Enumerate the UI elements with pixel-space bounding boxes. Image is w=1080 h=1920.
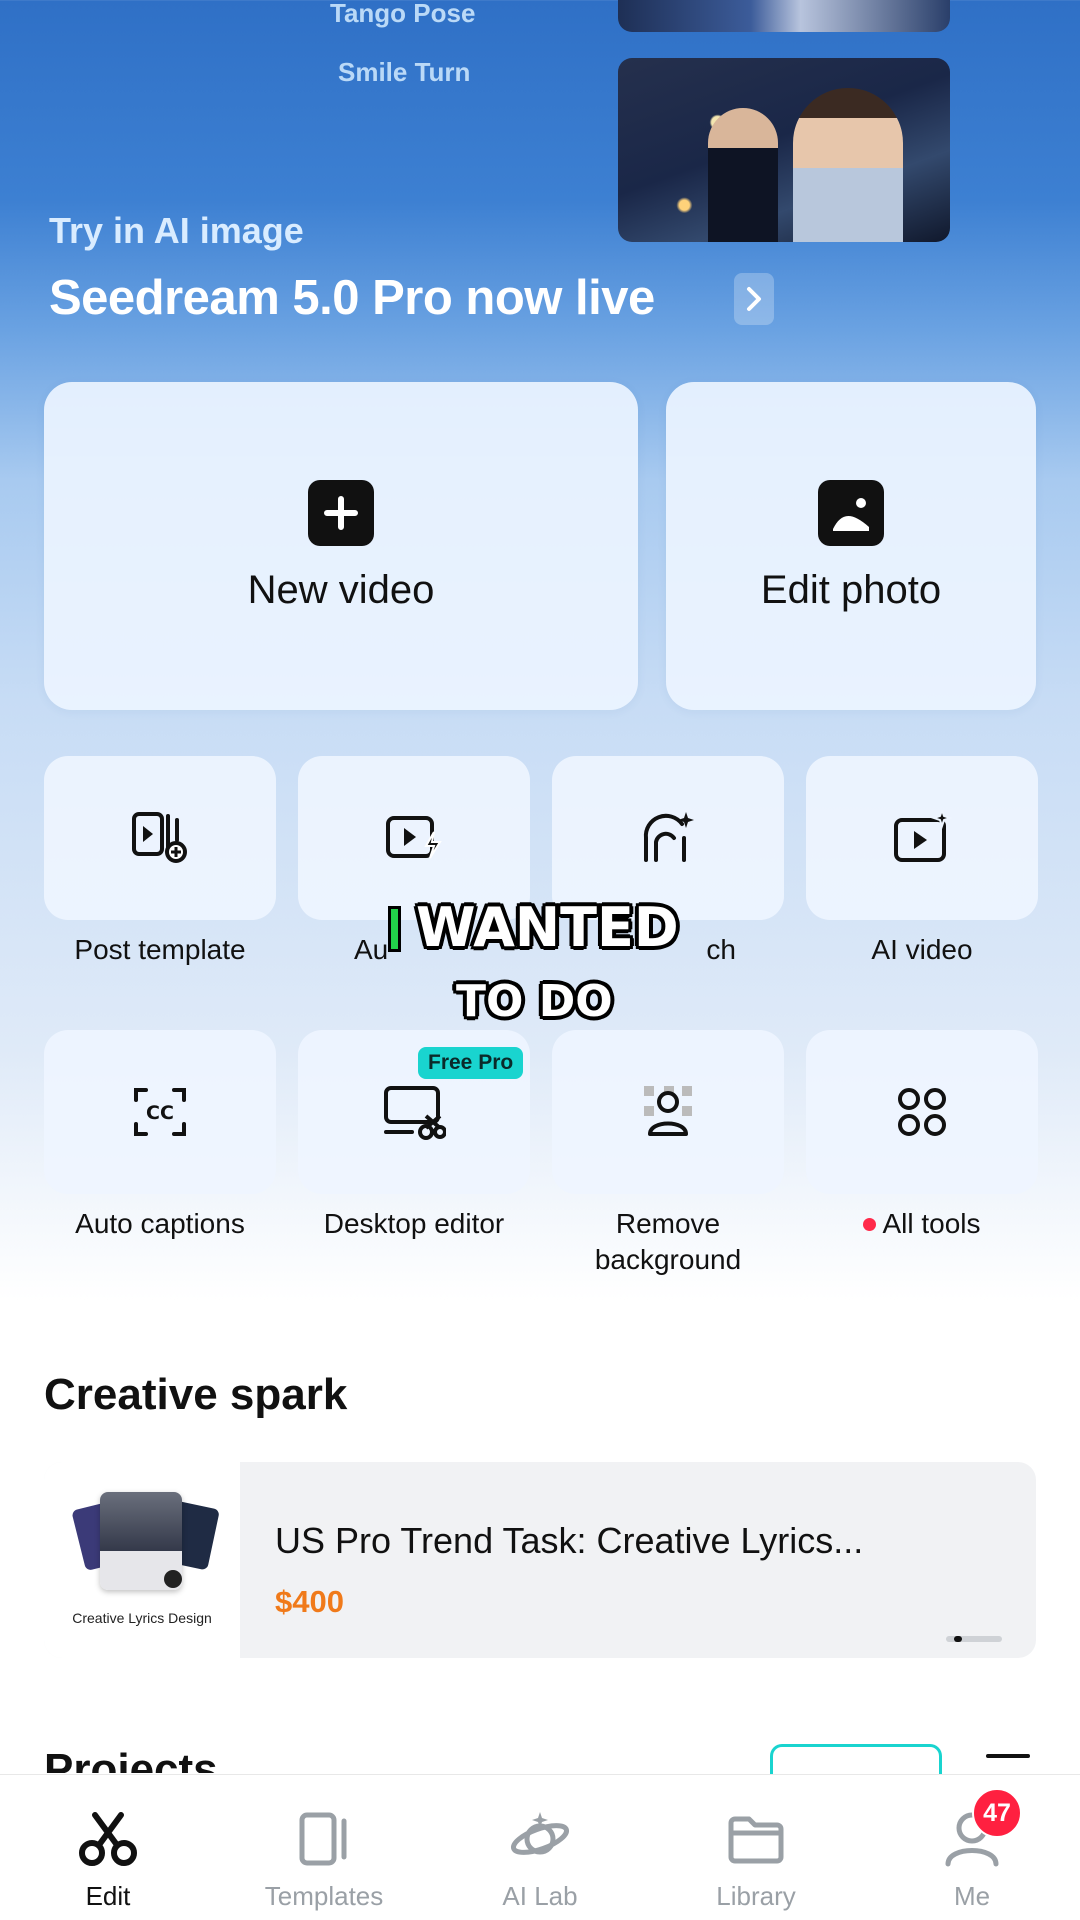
scissors-icon [76,1807,140,1871]
nav-edit-label: Edit [85,1881,131,1911]
nav-library-label: Library [716,1881,796,1911]
subtitle-cursor-icon [388,906,401,952]
post-template-label: Post template [74,934,246,965]
video-flash-icon [386,816,442,859]
new-video-label: New video [247,567,435,612]
new-dot-icon [863,1218,877,1231]
all-tools-tile[interactable] [806,1030,1038,1194]
thumbnail-caption: Creative Lyrics Design [72,1610,212,1626]
hero-thumbnail-previous[interactable] [618,0,950,32]
auto-captions-label: Auto captions [75,1208,245,1239]
photo-icon [818,479,884,546]
desktop-editor-label: Desktop editor [323,1208,505,1239]
creative-lyrics-thumbnail: Creative Lyrics Design [44,1462,240,1658]
folder-icon [724,1807,788,1871]
ai-video-label: AI video [871,934,973,965]
nav-me-label: Me [953,1881,991,1911]
all-tools-label: All tools [796,1206,1048,1242]
new-video-button[interactable]: New video [44,382,638,710]
ai-lab-icon [508,1807,572,1871]
retouch-icon [643,812,694,862]
hero-thumbnail[interactable] [618,58,950,242]
creative-spark-card[interactable]: Creative Lyrics Design US Pro Trend Task… [44,1462,1036,1658]
nav-edit[interactable]: Edit [0,1775,216,1920]
carousel-pager [946,1636,1002,1642]
auto-captions-tile[interactable]: CC [44,1030,276,1194]
sort-icon[interactable] [986,1754,1030,1758]
edit-photo-button[interactable]: Edit photo [666,382,1036,710]
templates-icon [292,1807,356,1871]
captions-icon: CC [134,1088,186,1136]
nav-templates-label: Templates [264,1881,384,1911]
remove-background-label: Remove background [594,1208,742,1275]
hero-caption-tango-pose: Tango Pose [330,0,476,28]
nav-ai-lab-label: AI Lab [502,1881,578,1911]
chevron-right-icon[interactable] [734,273,774,325]
post-template-icon [132,812,187,863]
free-pro-badge: Free Pro [418,1047,524,1079]
grid-icon [898,1088,946,1136]
nav-library[interactable]: Library [648,1775,864,1920]
remove-background-tile[interactable] [552,1030,784,1194]
creative-spark-title: Creative spark [44,1370,348,1419]
svg-text:CC: CC [146,1102,174,1124]
plus-icon [308,479,374,546]
projects-title: Projects [44,1745,218,1773]
space-button[interactable] [770,1744,942,1774]
nav-templates[interactable]: Templates [216,1775,432,1920]
ai-video-icon [894,810,952,862]
video-subtitle-line-2: TO DO [456,976,613,1027]
nav-ai-lab[interactable]: AI Lab [432,1775,648,1920]
desktop-editor-icon [384,1086,446,1140]
video-subtitle-line-1: WANTED [416,896,679,959]
nav-me[interactable]: Me [864,1775,1080,1920]
hero-caption-smile-turn: Smile Turn [338,57,471,87]
bottom-navigation: Edit Templates AI Lab Library Me [0,1774,1080,1920]
notification-badge: 47 [972,1788,1022,1838]
ai-video-tile[interactable] [806,756,1038,920]
remove-background-icon [644,1086,692,1136]
try-in-ai-image-label: Try in AI image [49,210,304,251]
spark-task-title: US Pro Trend Task: Creative Lyrics... [275,1520,864,1561]
all-tools-text: All tools [882,1208,981,1239]
edit-photo-label: Edit photo [760,567,942,612]
promo-headline[interactable]: Seedream 5.0 Pro now live [49,270,655,326]
spark-task-price: $400 [275,1584,344,1619]
post-template-tile[interactable] [44,756,276,920]
